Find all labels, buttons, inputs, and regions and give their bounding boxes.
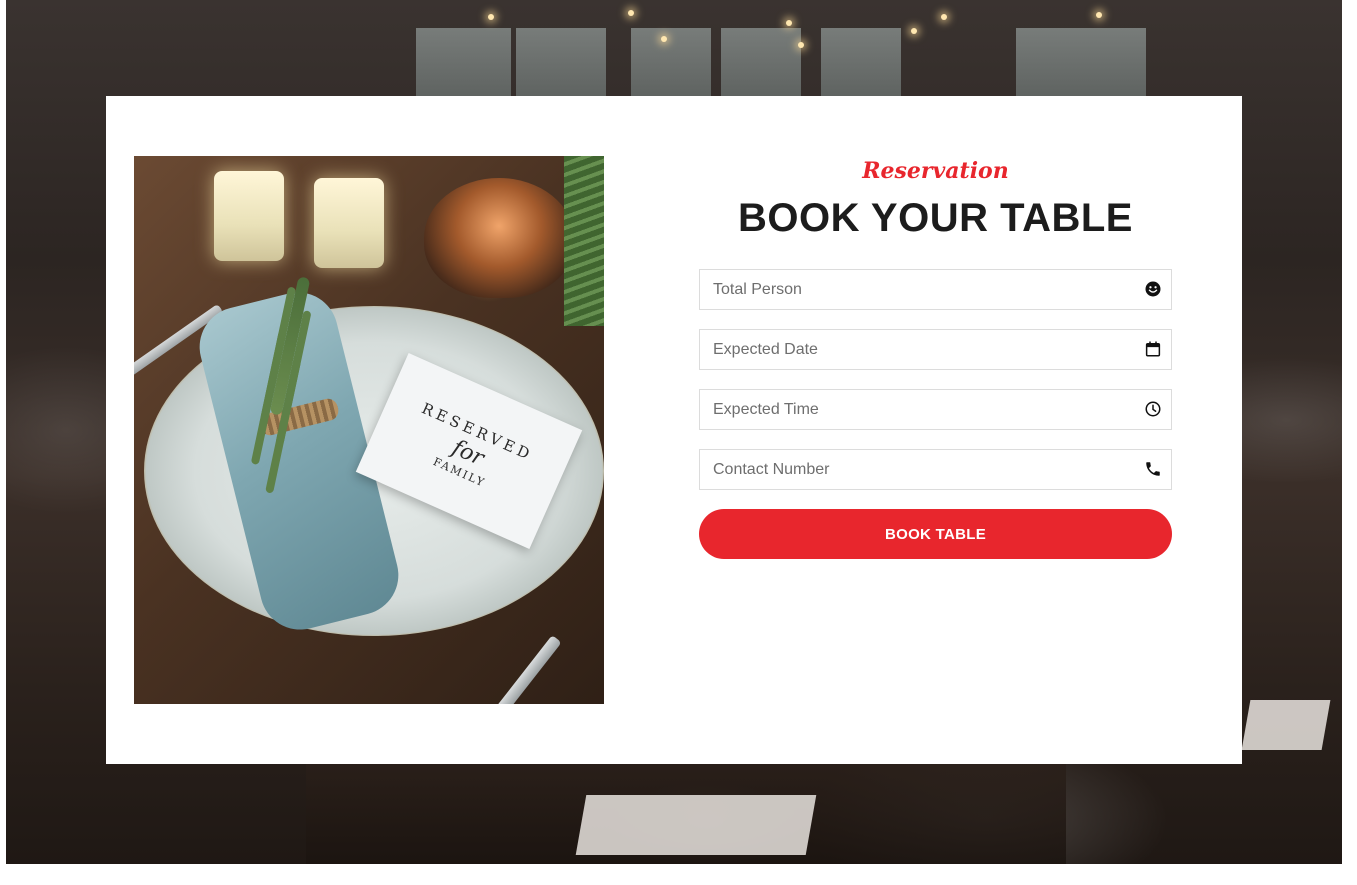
pendant-light — [1096, 12, 1102, 18]
background-napkin — [575, 795, 817, 855]
expected-date-field — [699, 329, 1172, 370]
section-eyebrow: Reservation — [862, 158, 1009, 184]
reservation-card: RESERVED for FAMILY Reservation BOOK YOU… — [106, 96, 1242, 764]
expected-time-input[interactable] — [700, 390, 1171, 429]
pendant-light — [661, 36, 667, 42]
pendant-light — [628, 10, 634, 16]
pendant-light — [488, 14, 494, 20]
background-window — [516, 28, 606, 98]
pendant-light — [786, 20, 792, 26]
background-window — [721, 28, 801, 98]
book-table-button[interactable]: BOOK TABLE — [699, 509, 1172, 559]
total-person-input[interactable] — [700, 270, 1171, 309]
calendar-icon[interactable] — [1144, 340, 1162, 358]
contact-number-field — [699, 449, 1172, 490]
expected-date-input[interactable] — [700, 330, 1171, 369]
form-fields — [699, 269, 1172, 490]
expected-time-field — [699, 389, 1172, 430]
pendant-light — [941, 14, 947, 20]
candle — [214, 171, 284, 261]
contact-number-input[interactable] — [700, 450, 1171, 489]
background-napkin — [1241, 700, 1331, 750]
background-window — [1016, 28, 1146, 98]
phone-icon — [1146, 462, 1160, 476]
smiley-icon — [1145, 281, 1161, 297]
reservation-form: Reservation BOOK YOUR TABLE Total Person… — [699, 156, 1172, 559]
total-person-field — [699, 269, 1172, 310]
background-window — [416, 28, 511, 98]
clock-icon[interactable] — [1144, 400, 1162, 418]
table-setting-photo: RESERVED for FAMILY — [134, 156, 604, 704]
copper-bowl — [424, 178, 574, 298]
background-window — [821, 28, 901, 98]
section-title: BOOK YOUR TABLE — [738, 196, 1133, 240]
pendant-light — [798, 42, 804, 48]
knife — [478, 635, 562, 704]
candle — [314, 178, 384, 268]
pendant-light — [911, 28, 917, 34]
pine-branch — [564, 156, 604, 326]
background-window — [631, 28, 711, 98]
